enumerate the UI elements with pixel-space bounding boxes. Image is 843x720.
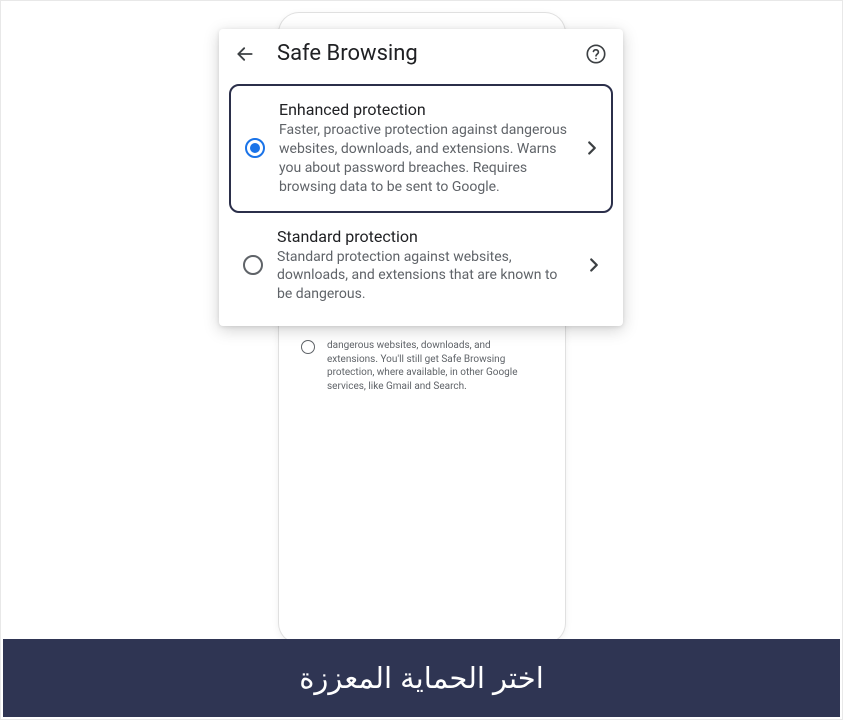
option-enhanced-title: Enhanced protection bbox=[279, 100, 567, 119]
caption-text: اختر الحماية المعززة bbox=[299, 661, 544, 696]
help-icon[interactable] bbox=[585, 43, 607, 65]
chevron-right-icon[interactable] bbox=[581, 137, 603, 159]
option-enhanced-protection[interactable]: Enhanced protection Faster, proactive pr… bbox=[229, 84, 613, 213]
panel-header: Safe Browsing bbox=[219, 29, 623, 80]
back-icon[interactable] bbox=[235, 44, 255, 64]
radio-selected-icon[interactable] bbox=[245, 138, 265, 158]
option-enhanced-desc: Faster, proactive protection against dan… bbox=[279, 121, 567, 197]
radio-unselected-icon bbox=[301, 340, 315, 354]
chevron-right-icon[interactable] bbox=[583, 254, 605, 276]
safe-browsing-panel: Safe Browsing Enhanced protection Faster… bbox=[219, 29, 623, 326]
option-standard-desc: Standard protection against websites, do… bbox=[277, 248, 569, 305]
option-standard-title: Standard protection bbox=[277, 227, 569, 246]
instruction-caption: اختر الحماية المعززة bbox=[3, 639, 840, 717]
radio-unselected-icon[interactable] bbox=[243, 255, 263, 275]
background-option-partial: dangerous websites, downloads, and exten… bbox=[301, 339, 541, 393]
option-standard-protection[interactable]: Standard protection Standard protection … bbox=[229, 221, 613, 317]
background-option-desc: dangerous websites, downloads, and exten… bbox=[327, 339, 541, 393]
page-title: Safe Browsing bbox=[277, 41, 585, 66]
